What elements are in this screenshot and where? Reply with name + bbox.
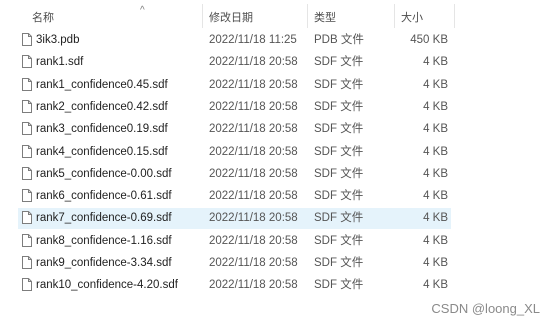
file-name: rank8_confidence-1.16.sdf — [36, 234, 172, 247]
file-name: 3ik3.pdb — [36, 34, 80, 46]
file-type: SDF 文件 — [314, 279, 364, 292]
document-icon — [22, 122, 32, 136]
file-row[interactable]: rank1_confidence0.45.sdf 2022/11/18 20:58… — [18, 75, 451, 96]
file-size: 4 KB — [423, 56, 448, 69]
file-size: 4 KB — [423, 212, 448, 225]
file-name: rank1.sdf — [36, 56, 84, 69]
file-name: rank9_confidence-3.34.sdf — [36, 257, 172, 269]
file-size: 4 KB — [423, 234, 448, 247]
file-modified-date: 2022/11/18 20:58 — [209, 279, 298, 292]
document-icon — [22, 278, 32, 292]
column-header-type-label: 类型 — [314, 12, 336, 24]
file-type: SDF 文件 — [314, 78, 364, 91]
file-row[interactable]: 3ik3.pdb 2022/11/18 11:25 PDB 文件 450 KB — [18, 30, 451, 51]
file-type: SDF 文件 — [314, 123, 364, 136]
file-type: SDF 文件 — [314, 212, 364, 225]
document-icon — [22, 256, 32, 269]
column-header-type[interactable]: 类型 — [310, 4, 395, 28]
sort-ascending-icon: ^ — [140, 5, 145, 16]
column-header-name-label: 名称 — [32, 12, 54, 24]
file-name: rank6_confidence-0.61.sdf — [36, 190, 172, 203]
file-row[interactable]: rank5_confidence-0.00.sdf 2022/11/18 20:5… — [18, 164, 451, 185]
file-type: SDF 文件 — [314, 257, 364, 269]
file-size: 4 KB — [423, 145, 448, 158]
file-type: SDF 文件 — [314, 145, 364, 158]
column-header-size[interactable]: 大小 — [397, 4, 455, 28]
file-modified-date: 2022/11/18 11:25 — [209, 34, 297, 46]
file-name: rank5_confidence-0.00.sdf — [36, 167, 172, 180]
document-icon — [22, 33, 32, 46]
document-icon — [22, 166, 32, 180]
file-name: rank3_confidence0.19.sdf — [36, 123, 168, 136]
file-row[interactable]: rank1.sdf 2022/11/18 20:58 SDF 文件 4 KB — [18, 52, 451, 73]
file-row[interactable]: rank6_confidence-0.61.sdf 2022/11/18 20:5… — [18, 186, 451, 207]
document-icon — [22, 77, 32, 91]
file-name: rank10_confidence-4.20.sdf — [36, 279, 178, 292]
file-size: 4 KB — [423, 279, 448, 292]
file-row[interactable]: rank10_confidence-4.20.sdf 2022/11/18 20:… — [18, 275, 451, 296]
file-name: rank7_confidence-0.69.sdf — [36, 212, 172, 225]
file-modified-date: 2022/11/18 20:58 — [209, 167, 298, 180]
document-icon — [22, 233, 32, 247]
document-icon — [22, 211, 32, 225]
file-row[interactable]: rank2_confidence0.42.sdf 2022/11/18 20:58… — [18, 97, 451, 118]
file-name: rank4_confidence0.15.sdf — [36, 145, 168, 158]
column-header-modified[interactable]: 修改日期 — [205, 4, 308, 28]
document-icon — [22, 55, 32, 69]
file-modified-date: 2022/11/18 20:58 — [209, 56, 298, 69]
file-size: 4 KB — [423, 123, 448, 136]
file-size: 4 KB — [423, 78, 448, 91]
file-type: SDF 文件 — [314, 56, 364, 69]
file-row[interactable]: rank8_confidence-1.16.sdf 2022/11/18 20:5… — [18, 231, 451, 252]
document-icon — [22, 144, 32, 158]
column-header-bar: 名称 ^ 修改日期 类型 大小 — [0, 4, 455, 28]
file-row[interactable]: rank7_confidence-0.69.sdf 2022/11/18 20:5… — [18, 208, 451, 230]
file-type: PDB 文件 — [314, 34, 364, 46]
file-modified-date: 2022/11/18 20:58 — [209, 100, 298, 113]
file-row[interactable]: rank3_confidence0.19.sdf 2022/11/18 20:58… — [18, 119, 451, 140]
file-row[interactable]: rank4_confidence0.15.sdf 2022/11/18 20:58… — [18, 142, 451, 163]
file-type: SDF 文件 — [314, 234, 364, 247]
file-size: 450 KB — [410, 34, 448, 46]
watermark: CSDN @loong_XL — [431, 301, 540, 316]
column-header-size-label: 大小 — [401, 12, 423, 24]
column-header-modified-label: 修改日期 — [209, 12, 253, 24]
file-type: SDF 文件 — [314, 190, 364, 203]
file-name: rank2_confidence0.42.sdf — [36, 100, 168, 113]
file-modified-date: 2022/11/18 20:58 — [209, 257, 298, 269]
file-modified-date: 2022/11/18 20:58 — [209, 212, 298, 225]
document-icon — [22, 99, 32, 113]
file-size: 4 KB — [423, 257, 448, 269]
file-size: 4 KB — [423, 167, 448, 180]
file-modified-date: 2022/11/18 20:58 — [209, 234, 298, 247]
file-row[interactable]: rank9_confidence-3.34.sdf 2022/11/18 20:5… — [18, 253, 451, 274]
file-type: SDF 文件 — [314, 100, 364, 113]
file-modified-date: 2022/11/18 20:58 — [209, 190, 298, 203]
file-modified-date: 2022/11/18 20:58 — [209, 78, 298, 91]
file-modified-date: 2022/11/18 20:58 — [209, 145, 298, 158]
file-type: SDF 文件 — [314, 167, 364, 180]
file-size: 4 KB — [423, 190, 448, 203]
file-size: 4 KB — [423, 100, 448, 113]
document-icon — [22, 189, 32, 203]
file-name: rank1_confidence0.45.sdf — [36, 78, 168, 91]
file-modified-date: 2022/11/18 20:58 — [209, 123, 298, 136]
column-header-name[interactable]: 名称 ^ — [28, 4, 203, 28]
